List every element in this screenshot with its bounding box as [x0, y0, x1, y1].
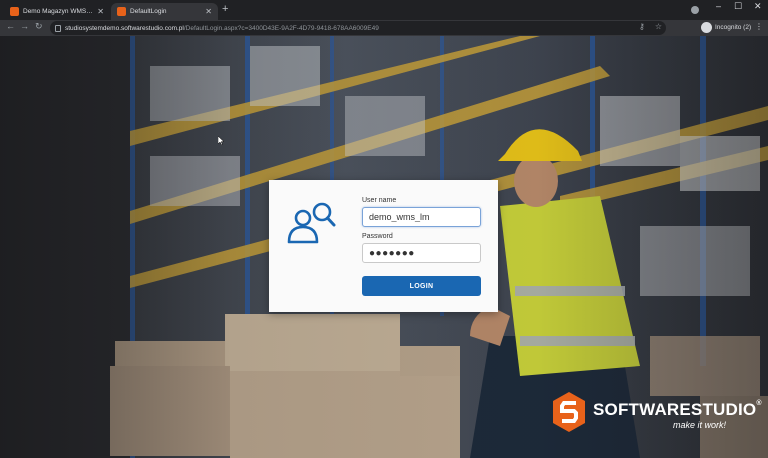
softwarestudio-favicon-icon	[10, 7, 19, 16]
tab-search-icon[interactable]	[691, 6, 699, 14]
brand-name: SOFTWARESTUDIO®	[593, 400, 762, 420]
tab-close-icon[interactable]: ✕	[97, 7, 104, 16]
incognito-indicator[interactable]: Incognito (2)	[701, 22, 751, 33]
login-form: User name Password LOGIN	[269, 180, 498, 312]
softwarestudio-favicon-icon	[117, 7, 126, 16]
s-logo-icon	[553, 392, 585, 432]
address-bar[interactable]: studiosystemdemo.softwarestudio.com.pl/D…	[50, 21, 666, 35]
reload-button[interactable]: ↻	[35, 22, 43, 31]
url-path: /DefaultLogin.aspx?c=3400D43E-9A2F-4D79-…	[183, 24, 379, 32]
minimize-button[interactable]: –	[716, 2, 721, 11]
password-input[interactable]	[362, 243, 481, 263]
maximize-button[interactable]: ☐	[734, 2, 742, 11]
user-search-icon	[287, 202, 336, 244]
back-button[interactable]: ←	[6, 22, 15, 31]
browser-menu-icon[interactable]: ⋮	[755, 22, 763, 31]
brand-text: SOFTWARESTUDIO	[593, 400, 757, 419]
browser-tab-bar: Demo Magazyn WMS - Demo o ✕ DefaultLogin…	[0, 0, 768, 20]
browser-toolbar: ← → ↻ studiosystemdemo.softwarestudio.co…	[0, 20, 768, 36]
incognito-icon	[701, 22, 712, 33]
lock-icon[interactable]	[55, 24, 61, 32]
incognito-label: Incognito (2)	[715, 24, 752, 31]
tab-close-icon[interactable]: ✕	[205, 7, 212, 16]
username-label: User name	[362, 197, 397, 204]
close-window-button[interactable]: ✕	[754, 2, 762, 11]
url-text[interactable]: studiosystemdemo.softwarestudio.com.pl/D…	[65, 25, 379, 32]
url-host: studiosystemdemo.softwarestudio.com.pl	[65, 24, 184, 32]
omnibox-actions: ⚷ ☆	[639, 22, 662, 31]
brand-tagline: make it work!	[673, 420, 727, 430]
softwarestudio-logo: SOFTWARESTUDIO® make it work!	[553, 391, 762, 441]
username-input[interactable]	[362, 207, 481, 227]
new-tab-button[interactable]: +	[222, 4, 228, 15]
mouse-cursor-icon	[218, 136, 224, 145]
bookmark-star-icon[interactable]: ☆	[655, 22, 662, 31]
password-label: Password	[362, 233, 393, 240]
tab-title: DefaultLogin	[130, 8, 167, 15]
key-icon[interactable]: ⚷	[639, 22, 645, 31]
registered-mark: ®	[756, 400, 762, 407]
tab-title: Demo Magazyn WMS - Demo o	[23, 8, 93, 15]
forward-button[interactable]: →	[20, 22, 29, 31]
tab-demo-magazyn[interactable]: Demo Magazyn WMS - Demo o ✕	[4, 3, 110, 20]
login-button[interactable]: LOGIN	[362, 276, 481, 296]
login-page: User name Password LOGIN SOFTWARESTUDIO®…	[0, 36, 768, 458]
tab-default-login[interactable]: DefaultLogin ✕	[111, 3, 218, 20]
